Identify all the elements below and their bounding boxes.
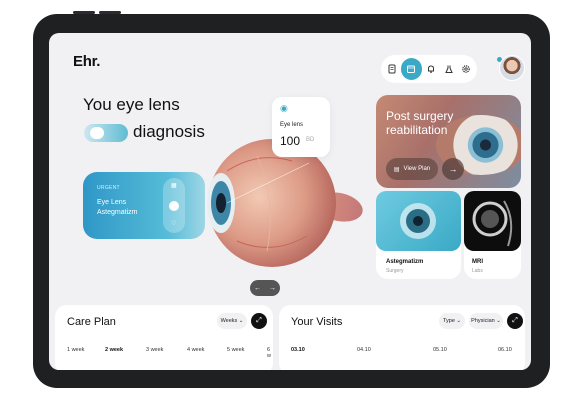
mri-tile[interactable]: MRI Labs — [464, 191, 521, 279]
week-option[interactable]: 6 w — [267, 347, 273, 359]
type-dropdown-label: Type — [442, 318, 455, 324]
visit-date[interactable]: 04.10 — [357, 347, 371, 353]
urgent-diagnosis-card[interactable]: URGENT Eye Lens Astegmatizm ▦ ♡ — [83, 172, 205, 239]
weeks-dropdown[interactable]: Weeks ⌄ — [217, 313, 247, 329]
your-visits-title: Your Visits — [291, 316, 343, 328]
expand-button[interactable]: ⤢ — [507, 313, 523, 329]
eye-lens-unit: BD — [306, 137, 315, 143]
document-icon: ▤ — [393, 166, 400, 173]
astegmatizm-tile[interactable]: Astegmatizm Surgery — [376, 191, 461, 279]
week-option[interactable]: 1 week — [67, 347, 84, 353]
week-option[interactable]: 4 week — [187, 347, 204, 353]
flask-icon[interactable] — [440, 60, 458, 78]
heart-icon[interactable]: ♡ — [171, 220, 176, 227]
lens-pill-graphic — [84, 124, 128, 142]
tile-title: Astegmatizm — [386, 259, 424, 265]
eye-lens-card[interactable]: ◉ Eye lens 100 BD — [272, 97, 330, 157]
hero-title-line1: You eye lens — [83, 95, 180, 114]
visit-date[interactable]: 06.10 — [498, 347, 512, 353]
lens-scan-image — [376, 191, 461, 251]
urgent-badge: URGENT — [97, 185, 120, 191]
post-surgery-title: Post surgery reabilitation — [386, 109, 454, 137]
tablet-button — [73, 11, 95, 14]
care-plan-title: Care Plan — [67, 316, 116, 328]
illustration-nav-control[interactable]: ← → — [250, 280, 280, 296]
care-plan-panel: Care Plan Weeks ⌄ ⤢ 1 week 2 week 3 week… — [55, 305, 273, 370]
grid-icon[interactable]: ▦ — [171, 182, 177, 189]
arrow-right-icon[interactable]: → — [269, 285, 276, 292]
eye-lens-value: 100 — [280, 134, 301, 148]
selected-indicator[interactable] — [169, 201, 179, 211]
expand-button[interactable]: ⤢ — [251, 313, 267, 329]
calendar-icon[interactable] — [400, 58, 423, 80]
visit-date-selected[interactable]: 03.10 — [291, 347, 305, 353]
view-plan-button[interactable]: ▤ View Plan — [386, 158, 438, 180]
app-logo[interactable]: Ehr. — [73, 53, 100, 70]
app-screen: Ehr. You eye lens diagnosis ← → ◉ Eye le… — [49, 33, 531, 370]
tile-title: MRI — [472, 259, 483, 265]
report-icon[interactable] — [383, 60, 401, 78]
physician-dropdown[interactable]: Physician ⌄ — [469, 313, 503, 329]
type-dropdown[interactable]: Type ⌄ — [439, 313, 465, 329]
hero-title-line2: diagnosis — [133, 122, 205, 141]
week-option[interactable]: 3 week — [146, 347, 163, 353]
avatar[interactable] — [499, 55, 525, 81]
weeks-dropdown-label: Weeks — [220, 318, 238, 324]
mri-scan-image — [464, 191, 521, 251]
tile-subtitle: Surgery — [386, 268, 404, 274]
week-option-selected[interactable]: 2 week — [105, 347, 123, 353]
header-icon-bar — [381, 55, 477, 83]
urgent-card-title: Eye Lens Astegmatizm — [97, 199, 138, 216]
physician-dropdown-label: Physician — [471, 318, 495, 324]
eye-icon: ◉ — [280, 103, 288, 113]
arrow-right-button[interactable]: → — [442, 158, 464, 180]
your-visits-panel: Your Visits Type ⌄ Physician ⌄ ⤢ 03.10 0… — [279, 305, 525, 370]
week-option[interactable]: 5 week — [227, 347, 244, 353]
post-surgery-card[interactable]: Post surgery reabilitation ▤ View Plan → — [376, 95, 521, 188]
tile-subtitle: Labs — [472, 268, 483, 274]
arrow-left-icon[interactable]: ← — [254, 285, 261, 292]
visit-date[interactable]: 05.10 — [433, 347, 447, 353]
tablet-frame: Ehr. You eye lens diagnosis ← → ◉ Eye le… — [33, 11, 550, 388]
view-plan-label: View Plan — [403, 166, 431, 172]
gear-icon[interactable] — [457, 60, 475, 78]
tablet-button — [99, 11, 121, 14]
bell-icon[interactable] — [422, 60, 440, 78]
eye-lens-label: Eye lens — [280, 122, 304, 128]
